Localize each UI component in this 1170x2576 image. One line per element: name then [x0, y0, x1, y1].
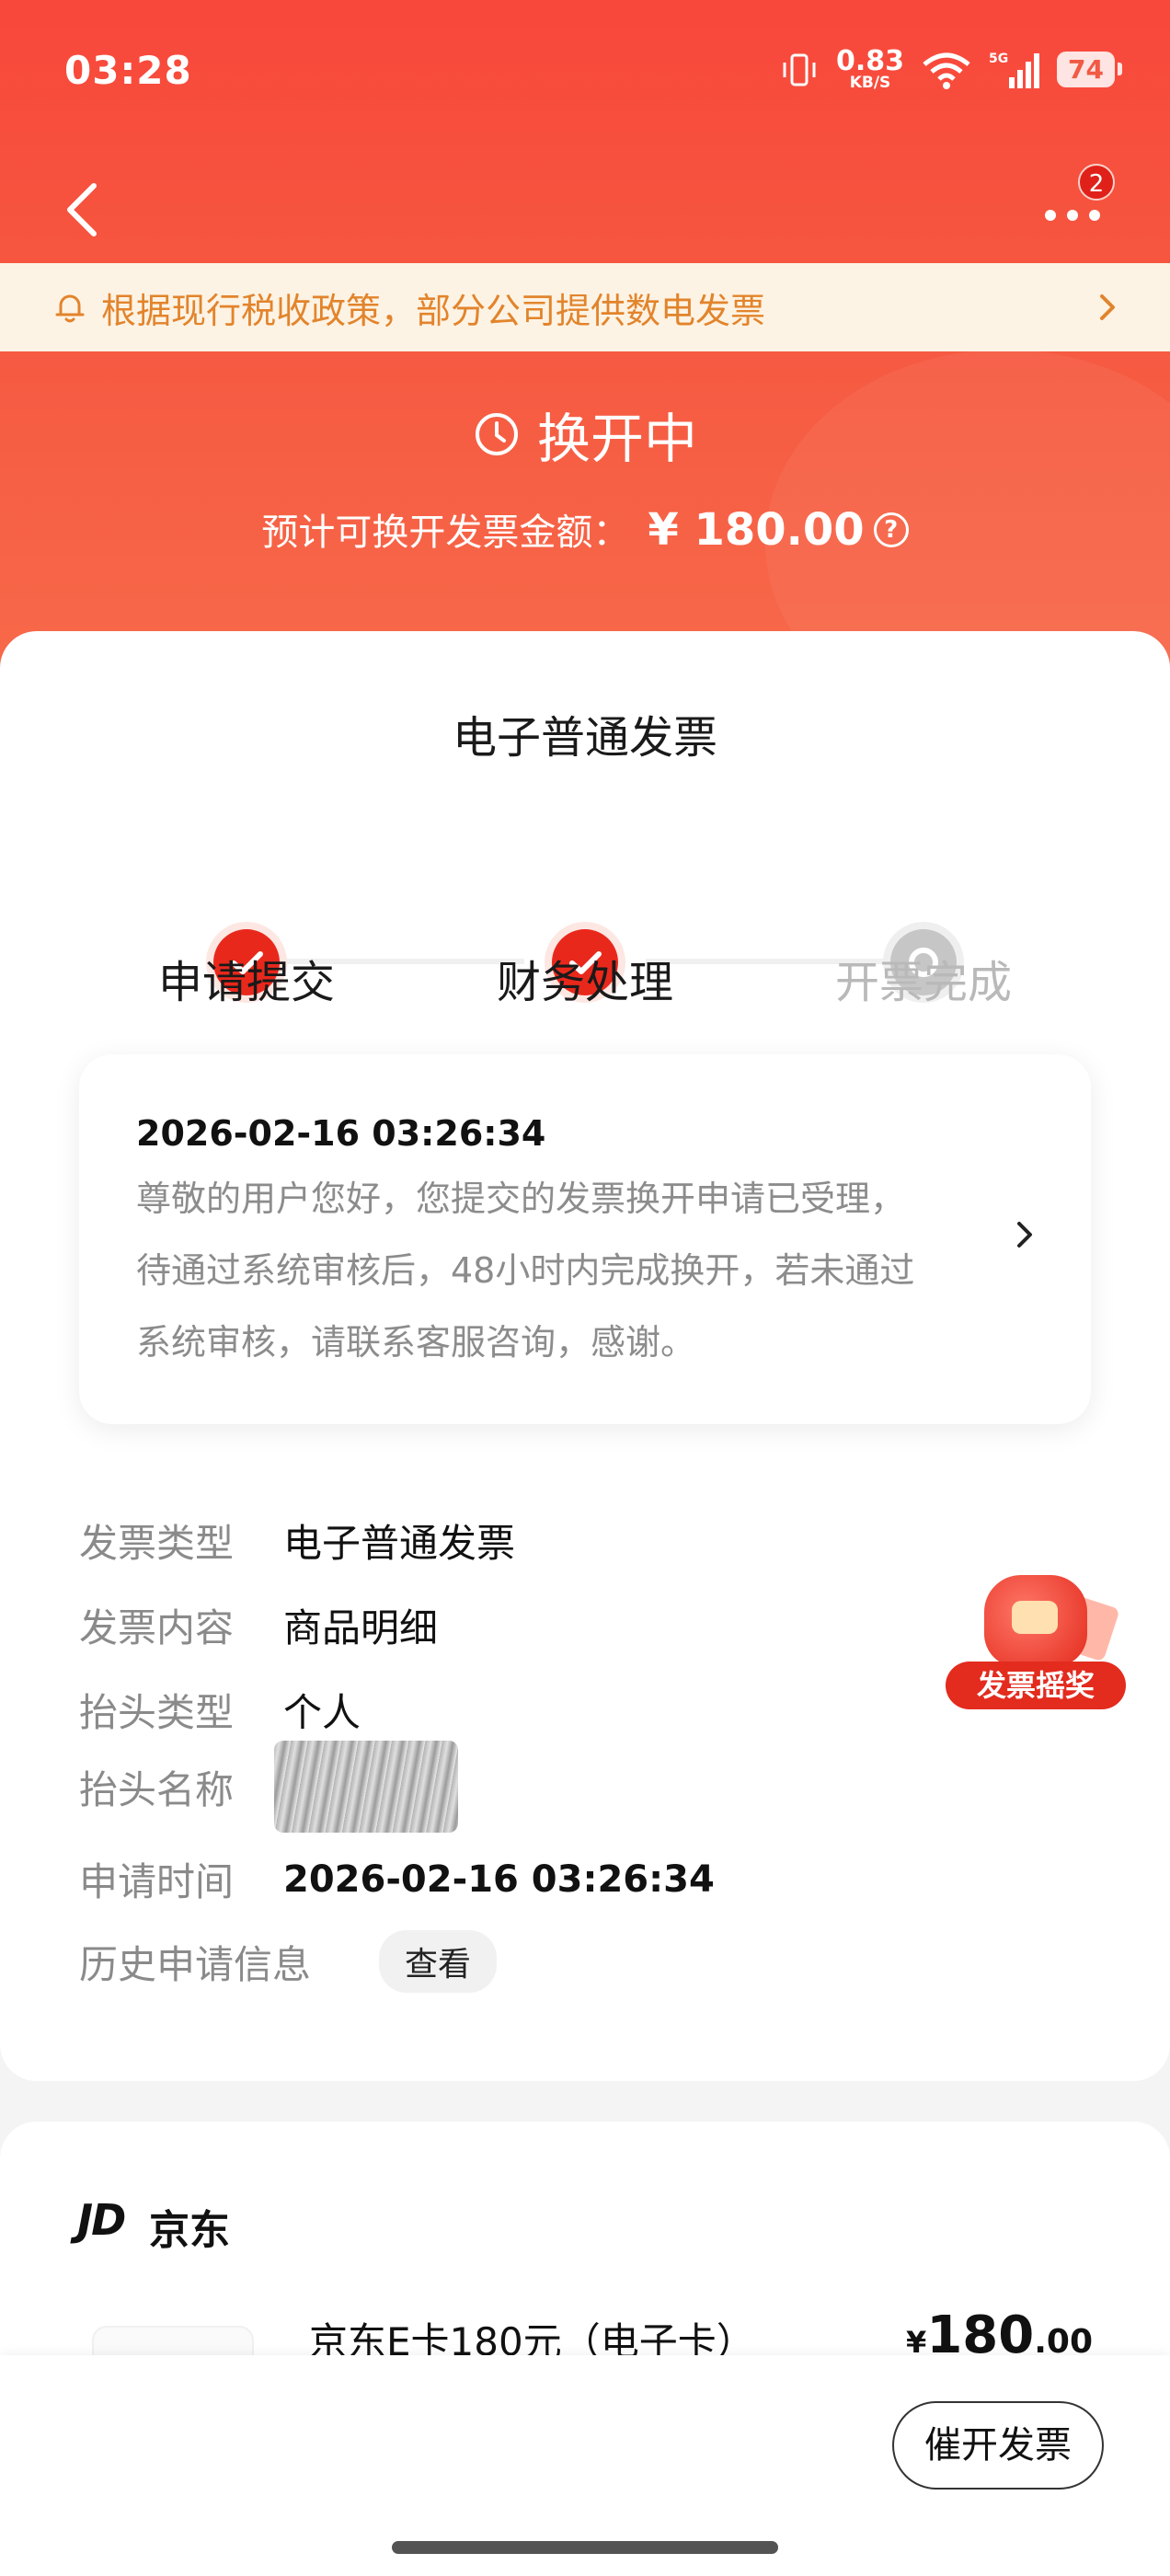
info-key: 发票内容: [79, 1605, 235, 1650]
step-label-complete: 开票完成: [834, 957, 1012, 1008]
system-status-bar: 03:28 0.83 KB/S 5G 74: [0, 0, 1170, 147]
lottery-label: 发票摇奖: [946, 1662, 1126, 1709]
view-history-button[interactable]: 查看: [379, 1930, 498, 1993]
amount-label: 预计可换开发票金额：: [261, 512, 630, 554]
info-value: 个人: [283, 1690, 361, 1735]
tax-policy-notice[interactable]: 根据现行税收政策，部分公司提供数电发票: [0, 263, 1170, 351]
invoice-detail-card: 电子普通发票 申请提交 财务处理 开票完成 2026-02-16 03:26:3…: [0, 631, 1170, 2081]
vibrate-icon: [783, 53, 816, 86]
info-row-invoice-type: 发票类型 电子普通发票: [79, 1512, 515, 1569]
red-packet-icon: [984, 1575, 1087, 1667]
message-count-badge: 2: [1078, 164, 1115, 201]
estimated-amount: 预计可换开发票金额： ¥ 180.00?: [0, 502, 1170, 556]
info-row-history: 历史申请信息 查看: [79, 1930, 498, 1993]
info-row-invoice-content: 发票内容 商品明细: [79, 1597, 438, 1653]
help-icon[interactable]: ?: [873, 512, 909, 547]
info-value: 电子普通发票: [283, 1521, 516, 1566]
svg-text:5G: 5G: [989, 52, 1008, 66]
message-time: 2026-02-16 03:26:34: [136, 1113, 546, 1154]
info-row-title-name: 抬头名称: [79, 1741, 458, 1833]
cellular-signal-icon: 5G: [989, 52, 1040, 88]
status-icons: 0.83 KB/S 5G 74: [779, 45, 1122, 92]
info-key: 抬头名称: [79, 1766, 235, 1812]
chevron-left-icon: [67, 183, 97, 236]
clock: 03:28: [64, 48, 192, 93]
step-label-finance: 财务处理: [496, 957, 673, 1008]
wifi-icon: [923, 52, 970, 89]
progress-message-card[interactable]: 2026-02-16 03:26:34 尊敬的用户您好，您提交的发票换开申请已受…: [79, 1054, 1091, 1424]
info-row-apply-time: 申请时间 2026-02-16 03:26:34: [79, 1851, 715, 1907]
amount-value: ¥ 180.00: [648, 504, 865, 556]
info-value: 商品明细: [283, 1605, 439, 1650]
progress-steps: 申请提交 财务处理 开票完成: [0, 826, 1170, 1010]
urge-invoice-button[interactable]: 催开发票: [892, 2401, 1104, 2490]
info-key: 申请时间: [79, 1859, 235, 1904]
more-menu-button[interactable]: 2: [1032, 164, 1133, 248]
shop-name: 京东: [149, 2207, 230, 2254]
status-text: 换开中: [536, 408, 697, 470]
invoice-type-title: 电子普通发票: [452, 712, 717, 764]
bell-icon: [55, 294, 85, 323]
redacted-name: [274, 1741, 458, 1833]
invoice-lottery-button[interactable]: 发票摇奖: [946, 1575, 1126, 1713]
network-speed: 0.83 KB/S: [836, 45, 905, 92]
info-row-title-type: 抬头类型 个人: [79, 1682, 361, 1738]
notice-text: 根据现行税收政策，部分公司提供数电发票: [101, 290, 766, 331]
chevron-right-icon: [1100, 294, 1115, 320]
info-key: 历史申请信息: [79, 1941, 312, 1987]
back-button[interactable]: [57, 173, 112, 247]
clock-icon: [475, 413, 518, 455]
battery-indicator: 74: [1057, 52, 1122, 87]
message-body: 尊敬的用户您好，您提交的发票换开申请已受理，待通过系统审核后，48小时内完成换开…: [136, 1179, 915, 1363]
home-indicator[interactable]: [392, 2541, 778, 2554]
info-key: 抬头类型: [79, 1690, 235, 1735]
invoice-status: 换开中: [0, 396, 1170, 473]
info-key: 发票类型: [79, 1521, 235, 1566]
chevron-right-icon: [1017, 1222, 1032, 1248]
step-label-submit: 申请提交: [157, 957, 335, 1008]
info-value: 2026-02-16 03:26:34: [283, 1857, 715, 1901]
bottom-action-bar: 催开发票: [0, 2355, 1170, 2576]
jd-logo: JD: [77, 2195, 126, 2245]
